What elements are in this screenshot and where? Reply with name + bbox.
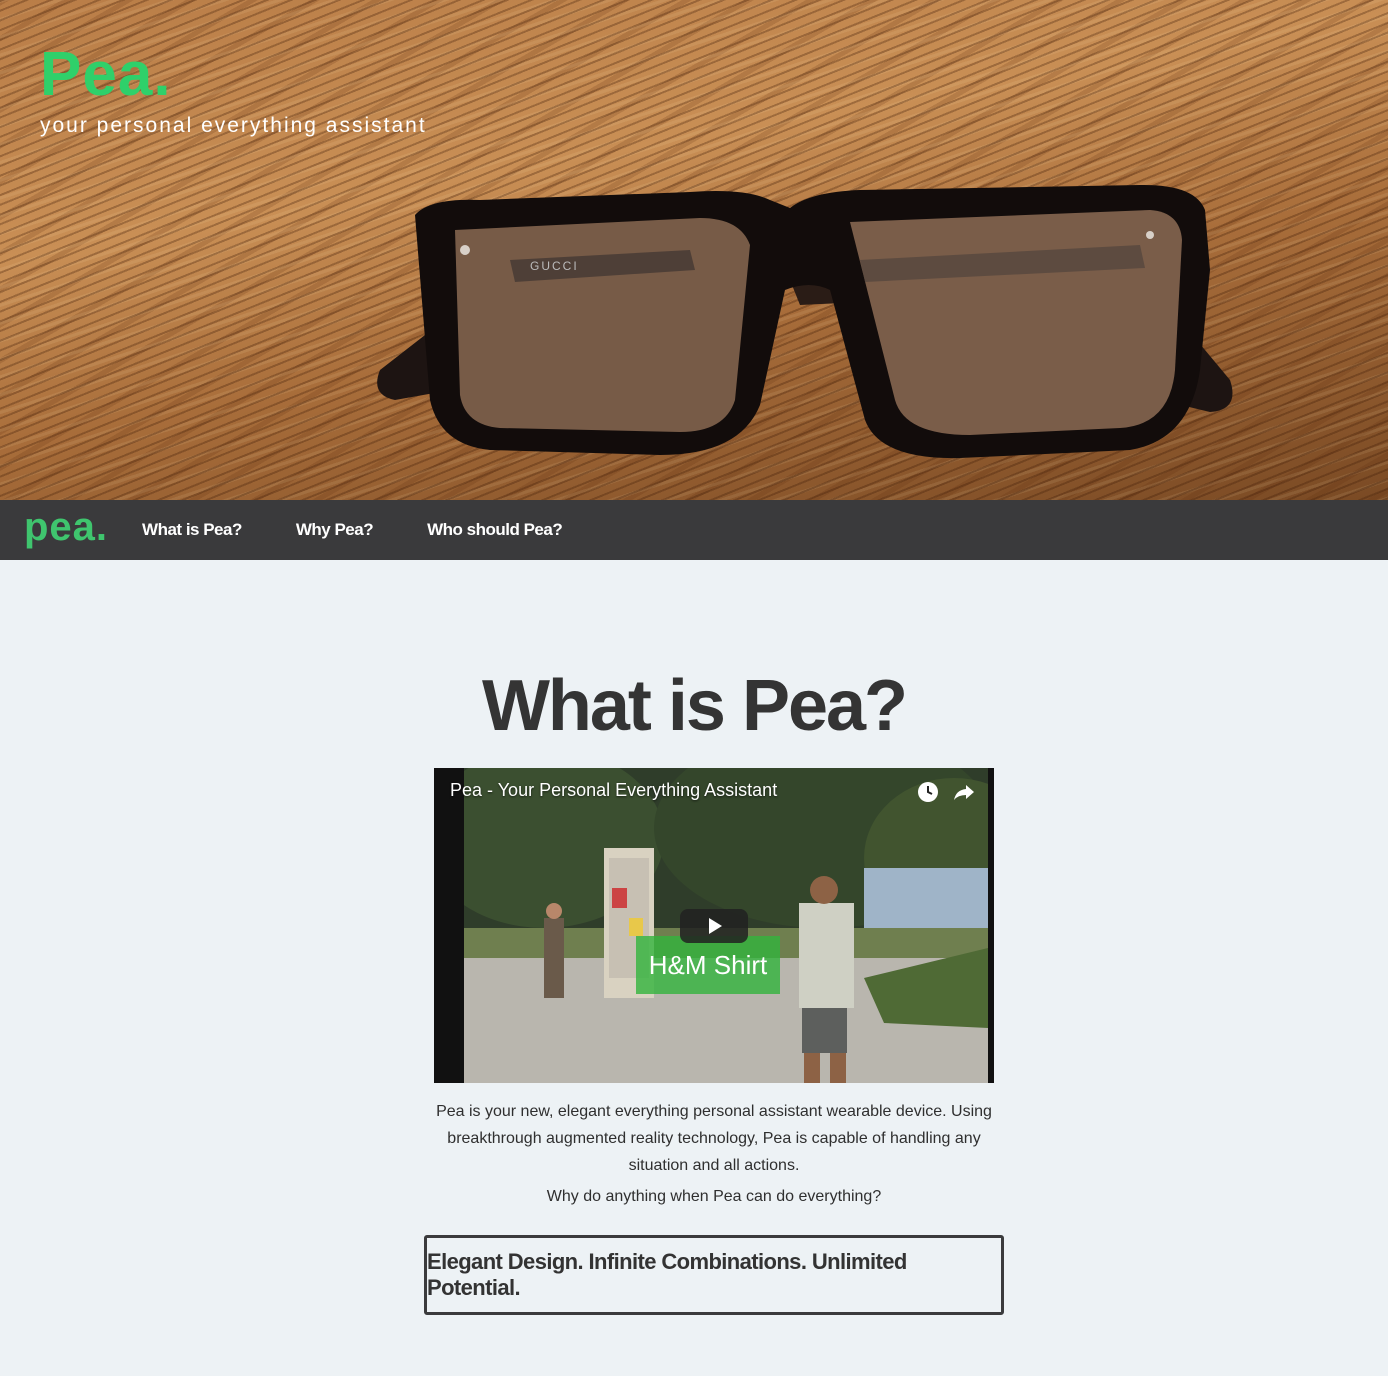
clock-icon[interactable] [916,780,940,804]
video-player[interactable]: Pea - Your Personal Everything Assistant… [434,768,994,1083]
tagline-button[interactable]: Elegant Design. Infinite Combinations. U… [424,1235,1004,1315]
eyeglasses-image: GUCCI [377,184,1233,459]
main-content: What is Pea? Pea - Your Personal Everyth… [0,560,1388,1315]
nav-item-what-is-pea[interactable]: What is Pea? [142,520,242,540]
video-title[interactable]: Pea - Your Personal Everything Assistant [450,780,777,801]
product-question: Why do anything when Pea can do everythi… [546,1188,882,1205]
hero-tagline: your personal everything assistant [40,114,427,137]
main-navbar: pea. What is Pea? Why Pea? Who should Pe… [0,500,1388,560]
nav-item-why-pea[interactable]: Why Pea? [296,520,374,540]
hero-brand-logo: Pea. [40,40,172,109]
play-icon [709,918,722,934]
play-button[interactable] [680,909,748,943]
video-overlay-label: H&M Shirt [636,936,780,994]
share-icon[interactable] [952,780,976,804]
hero-banner: Pea. your personal everything assistant … [0,0,1388,500]
nav-logo[interactable]: pea. [24,507,108,547]
svg-text:GUCCI: GUCCI [530,259,579,273]
product-description: Pea is your new, elegant everything pers… [436,1103,992,1174]
nav-item-who-should-pea[interactable]: Who should Pea? [427,520,563,540]
page-title: What is Pea? [481,666,908,746]
